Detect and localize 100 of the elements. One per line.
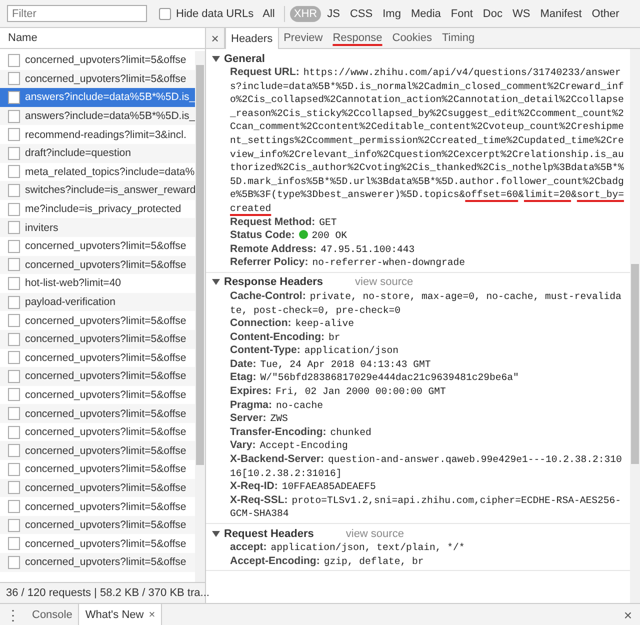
request-row[interactable]: concerned_upvoters?limit=5&offse xyxy=(0,516,195,534)
file-icon xyxy=(8,184,20,197)
file-icon xyxy=(8,407,20,420)
request-row[interactable]: concerned_upvoters?limit=5&offse xyxy=(0,404,195,423)
checkbox[interactable] xyxy=(159,8,171,20)
drawer-tab[interactable]: What's New × xyxy=(78,604,162,625)
menu-icon[interactable]: ⋮ xyxy=(0,604,26,625)
request-row[interactable]: concerned_upvoters?limit=5&offse xyxy=(0,553,195,572)
file-icon xyxy=(8,54,20,67)
request-row[interactable]: switches?include=is_answer_reward xyxy=(0,181,195,200)
file-icon xyxy=(8,351,20,364)
header-entry: Request URL: https://www.zhihu.com/api/v4/questions/31740233/answers?include=data%5B*%5D.is_normal%2Cadmin_closed_comment%2Creward_info%2Cis_collapsed%2Cannotation_action%2Cannotation_detail%2Ccollapse_reason%2Cis_sticky%2Ccollapsed_by%2Csuggest_edit%2Ccomment_count%2Ccan_comment%2Ccontent%2Ceditable_content%2Cvoteup_count%2Creshipment_settings%2Ccomment_permission%2Ccreated_time%2Cupdated_time%2Creview_info%2Crelevant_info%2Cquestion%2Cexcerpt%2Crelationship.is_authorized%2Cis_author%2Cvoting%2Cis_thanked%2Cis_nothelp%3Bdata%5B*%5D.mark_infos%5B*%5D.url%3Bdata%5B*%5D.author.follower_count%2Cbadge%5B%3F(type%3Dbest_answerer)%5D.topics&offset=60&limit=20&sort_by=created xyxy=(229,66,625,216)
header-entry: X-Backend-Server: question-and-answer.qaweb.99e429e1---10.2.38.2:31016[10.2.38.2:31016] xyxy=(229,453,623,480)
request-row[interactable]: concerned_upvoters?limit=5&offse xyxy=(0,478,195,498)
request-row[interactable]: concerned_upvoters?limit=5&offse xyxy=(0,330,195,348)
header-entry: Expires: Fri, 02 Jan 2000 00:00:00 GMT xyxy=(229,385,447,399)
file-icon xyxy=(8,90,20,104)
file-icon xyxy=(8,202,20,216)
type-filter-button[interactable]: All xyxy=(258,6,279,22)
header-entry: Server: ZWS xyxy=(229,412,289,426)
type-filter-button[interactable]: Other xyxy=(588,6,624,22)
request-row[interactable]: recommend-readings?limit=3&incl. xyxy=(0,125,195,144)
type-filter-button[interactable]: Font xyxy=(446,6,477,22)
type-filter-button[interactable]: CSS xyxy=(346,6,377,22)
type-filter-button[interactable]: WS xyxy=(508,6,534,22)
section-title[interactable]: General xyxy=(224,52,265,64)
status-text: 36 / 120 requests | 58.2 KB / 370 KB tra... xyxy=(6,587,210,599)
tab[interactable]: Preview xyxy=(278,28,328,48)
type-filter-button[interactable]: Img xyxy=(378,6,405,22)
request-row[interactable]: concerned_upvoters?limit=5&offse xyxy=(0,236,195,256)
request-row[interactable]: concerned_upvoters?limit=5&offse xyxy=(0,311,195,330)
request-row[interactable]: answers?include=data%5B*%5D.is_ xyxy=(0,106,195,126)
file-icon xyxy=(8,72,20,86)
column-header[interactable]: Name xyxy=(8,32,38,44)
header-entry: Request Method: GET xyxy=(229,216,338,230)
tab[interactable]: Cookies xyxy=(387,28,437,48)
request-row[interactable]: draft?include=question xyxy=(0,144,195,163)
request-row[interactable]: meta_related_topics?include=data% xyxy=(0,162,195,182)
header-entry: Transfer-Encoding: chunked xyxy=(229,426,372,440)
file-icon xyxy=(8,128,20,142)
file-icon xyxy=(8,518,20,532)
file-icon xyxy=(8,314,20,328)
triangle-icon[interactable] xyxy=(212,278,220,286)
request-row[interactable]: concerned_upvoters?limit=5&offse xyxy=(0,367,195,386)
file-icon xyxy=(8,500,20,514)
request-row[interactable]: concerned_upvoters?limit=5&offse xyxy=(0,460,195,479)
file-icon xyxy=(8,370,20,383)
tab[interactable]: Response xyxy=(328,28,388,48)
file-icon xyxy=(8,258,20,272)
request-row[interactable]: concerned_upvoters?limit=5&offse xyxy=(0,422,195,442)
header-entry: Date: Tue, 24 Apr 2018 04:13:43 GMT xyxy=(229,358,432,372)
checkbox-label[interactable]: Hide data URLs xyxy=(176,8,254,20)
header-entry: Content-Encoding: br xyxy=(229,330,342,344)
section-title[interactable]: Request Headers xyxy=(224,528,314,540)
request-row[interactable]: concerned_upvoters?limit=5&offse xyxy=(0,441,195,460)
file-icon xyxy=(8,444,20,458)
type-filter-button[interactable]: Media xyxy=(406,6,445,22)
scrollbar[interactable] xyxy=(195,51,205,582)
file-icon xyxy=(8,296,20,309)
request-row[interactable]: concerned_upvoters?limit=5&offse xyxy=(0,256,195,274)
tab[interactable]: Headers xyxy=(225,28,279,49)
request-row[interactable]: answers?include=data%5B*%5D.is_ xyxy=(0,88,195,107)
header-entry: Referrer Policy: no-referrer-when-downgrade xyxy=(229,256,466,270)
type-filter-button[interactable]: JS xyxy=(323,6,344,22)
file-icon xyxy=(8,146,20,160)
file-icon xyxy=(8,332,20,346)
status-dot-icon xyxy=(298,230,308,240)
triangle-icon[interactable] xyxy=(212,530,220,538)
request-row[interactable]: concerned_upvoters?limit=5&offse xyxy=(0,348,195,368)
view-source-link[interactable]: view source xyxy=(346,528,404,540)
filter-field[interactable]: Filter xyxy=(7,5,147,22)
drawer-tab[interactable]: Console xyxy=(26,604,78,625)
request-row[interactable]: concerned_upvoters?limit=5&offse xyxy=(0,51,195,70)
request-row[interactable]: me?include=is_privacy_protected xyxy=(0,200,195,218)
section-title[interactable]: Response Headers xyxy=(224,276,324,288)
header-value: 200 OK xyxy=(312,230,348,242)
file-icon xyxy=(8,240,20,253)
file-icon xyxy=(8,165,20,178)
request-row[interactable]: concerned_upvoters?limit=5&offse xyxy=(0,534,195,554)
triangle-icon[interactable] xyxy=(212,54,220,62)
file-icon xyxy=(8,556,20,569)
header-entry: Pragma: no-cache xyxy=(229,398,324,412)
file-icon xyxy=(8,221,20,234)
request-row[interactable]: inviters xyxy=(0,218,195,237)
tab[interactable]: Timing xyxy=(437,28,480,48)
request-row[interactable]: payload-verification xyxy=(0,292,195,312)
request-row[interactable]: concerned_upvoters?limit=5&offse xyxy=(0,497,195,516)
request-row[interactable]: hot-list-web?limit=40 xyxy=(0,274,195,293)
header-entry: Content-Type: application/json xyxy=(229,344,400,358)
scrollbar[interactable] xyxy=(630,49,640,603)
header-entry: X-Req-ID: 10FFAEA85ADEAEF5 xyxy=(229,480,377,494)
close-icon[interactable]: × xyxy=(616,604,640,625)
file-icon xyxy=(8,276,20,290)
request-row[interactable]: concerned_upvoters?limit=5&offse xyxy=(0,386,195,404)
file-icon xyxy=(8,462,20,476)
type-filter-button[interactable]: Doc xyxy=(478,6,506,22)
type-filter-button[interactable]: Manifest xyxy=(536,6,586,22)
view-source-link[interactable]: view source xyxy=(355,276,414,288)
header-entry: Connection: keep-alive xyxy=(229,317,356,331)
request-row[interactable]: concerned_upvoters?limit=5&offse xyxy=(0,70,195,88)
